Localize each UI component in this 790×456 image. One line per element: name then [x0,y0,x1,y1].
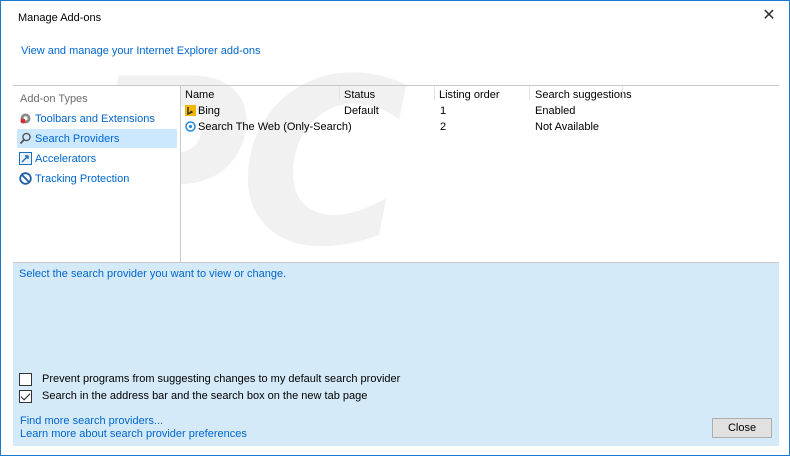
column-divider[interactable] [622,86,623,100]
addon-types-sidebar: Add-on Types Toolbars and Extensions Sea… [13,86,181,262]
column-divider[interactable] [434,86,435,100]
circle-search-icon [185,121,196,135]
column-header-search-suggestions[interactable]: Search suggestions [535,89,632,103]
search-providers-list: Name Status Listing order Search suggest… [182,86,779,262]
title-bar: Manage Add-ons ✕ [1,1,789,29]
close-icon[interactable]: ✕ [761,8,777,25]
provider-order: 2 [440,121,447,133]
sidebar-item-label: Tracking Protection [35,172,130,185]
details-pane: Select the search provider you want to v… [13,263,779,446]
table-row[interactable]: Search The Web (Only-Search) 2 Not Avail… [182,120,779,136]
provider-order: 1 [440,105,447,117]
find-more-providers-link[interactable]: Find more search providers... [20,415,163,427]
close-button[interactable]: Close [712,418,772,438]
provider-name: Search The Web (Only-Search) [198,121,352,133]
prevent-changes-checkbox[interactable] [19,372,32,386]
search-icon [19,132,32,145]
subtitle-link[interactable]: View and manage your Internet Explorer a… [21,45,261,57]
provider-suggestions: Not Available [535,121,600,133]
sidebar-item-toolbars-extensions[interactable]: Toolbars and Extensions [17,109,177,128]
column-header-name[interactable]: Name [185,89,214,103]
table-row[interactable]: Bing Default 1 Enabled [182,104,779,120]
sidebar-item-label: Accelerators [35,152,97,165]
address-bar-search-checkbox[interactable] [19,389,32,403]
sidebar-item-tracking-protection[interactable]: Tracking Protection [17,169,177,188]
address-bar-search-option[interactable]: Search in the address bar and the search… [19,388,367,404]
gear-icon [19,112,32,125]
sidebar-item-accelerators[interactable]: Accelerators [17,149,177,168]
column-header-status[interactable]: Status [344,89,375,103]
prevent-changes-option[interactable]: Prevent programs from suggesting changes… [19,371,400,387]
bing-icon [185,105,196,119]
column-header-listing-order[interactable]: Listing order [439,89,500,103]
provider-status: Default [344,105,379,117]
addons-panel: Add-on Types Toolbars and Extensions Sea… [13,85,779,263]
sidebar-heading: Add-on Types [20,93,88,105]
address-bar-search-label[interactable]: Search in the address bar and the search… [42,390,367,402]
provider-suggestions: Enabled [535,105,576,117]
column-divider[interactable] [339,86,340,100]
provider-name: Bing [198,105,221,117]
sidebar-item-label: Toolbars and Extensions [35,112,155,125]
sidebar-item-search-providers[interactable]: Search Providers [17,129,177,148]
manage-addons-window: PC risk.com Manage Add-ons ✕ View and ma… [0,0,790,456]
accelerator-icon [19,152,32,165]
column-divider[interactable] [529,86,530,100]
prevent-changes-label[interactable]: Prevent programs from suggesting changes… [42,373,400,385]
sidebar-item-label: Search Providers [35,132,120,145]
details-hint: Select the search provider you want to v… [19,268,287,280]
learn-more-preferences-link[interactable]: Learn more about search provider prefere… [20,428,247,440]
window-title: Manage Add-ons [18,12,102,24]
no-entry-icon [19,172,32,185]
